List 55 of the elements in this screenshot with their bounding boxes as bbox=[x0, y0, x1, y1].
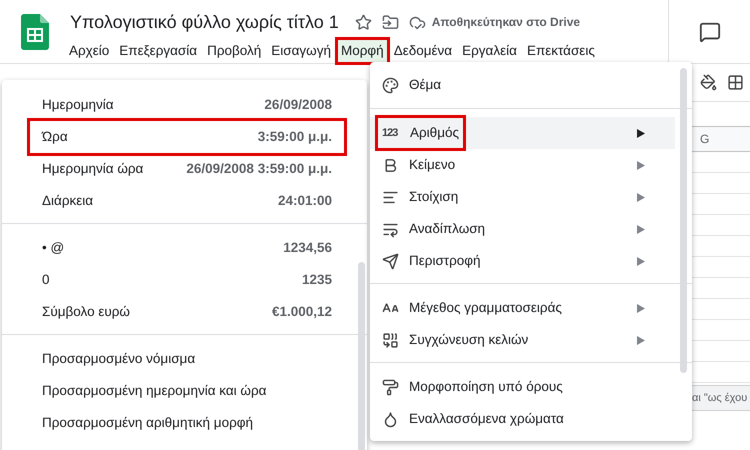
menu-item[interactable]: Επεκτάσεις bbox=[522, 38, 600, 64]
menu-item[interactable]: Δεδομένα bbox=[388, 38, 458, 64]
menu-option-label: Αναδίπλωση bbox=[378, 214, 490, 244]
menu-option[interactable]: Αναδίπλωση bbox=[370, 213, 675, 245]
format-option[interactable]: 0 1235 bbox=[30, 264, 344, 296]
sheets-logo-icon[interactable] bbox=[21, 14, 49, 50]
menu-item[interactable]: Προβολή bbox=[202, 38, 266, 64]
menu-option-label: Εναλλασσόμενα χρώματα bbox=[378, 404, 568, 434]
menu-option-label: Περιστροφή bbox=[378, 246, 485, 276]
column-header[interactable]: G bbox=[700, 130, 710, 148]
menu-item[interactable]: Εισαγωγή bbox=[266, 38, 336, 64]
menu-option[interactable]: Θέμα bbox=[370, 69, 675, 101]
format-option[interactable]: Ημερομηνία 26/09/2008 bbox=[30, 89, 344, 121]
merge-icon bbox=[382, 332, 399, 348]
menu-option-label: 123 Αριθμός bbox=[378, 118, 463, 148]
droplet-icon bbox=[382, 410, 399, 428]
menu-option[interactable]: Εναλλασσόμενα χρώματα bbox=[370, 403, 675, 435]
palette-icon bbox=[382, 76, 399, 94]
format-option[interactable]: Ημερομηνία ώρα 26/09/2008 3:59:00 μ.μ. bbox=[30, 153, 344, 185]
menu-option-label: Κείμενο bbox=[378, 150, 460, 180]
borders-icon[interactable] bbox=[727, 74, 744, 91]
menu-option-label: Μορφοποίηση υπό όρους bbox=[378, 372, 567, 402]
format-option[interactable]: Σύμβολο ευρώ €1.000,12 bbox=[30, 296, 344, 328]
document-title[interactable]: Υπολογιστικό φύλλο χωρίς τίτλο 1 bbox=[70, 8, 339, 36]
menu-option-label: Στοίχιση bbox=[378, 182, 462, 212]
format-option[interactable]: Προσαρμοσμένη ημερομηνία και ώρα bbox=[30, 375, 344, 407]
fill-color-icon[interactable] bbox=[700, 74, 717, 91]
menu-option-label: Συγχώνευση κελιών bbox=[378, 325, 532, 355]
format-option[interactable]: Προσαρμοσμένη αριθμητική μορφή bbox=[30, 407, 344, 439]
star-icon[interactable] bbox=[354, 14, 372, 30]
menu-option-label: Μέγεθος γραμματοσειράς bbox=[378, 293, 566, 323]
menu-item[interactable]: Επεξεργασία bbox=[114, 38, 202, 64]
format-option[interactable]: • @ 1234,56 bbox=[30, 232, 344, 264]
menu-option[interactable]: Κείμενο bbox=[370, 149, 675, 181]
menu-option[interactable]: Μέγεθος γραμματοσειράς bbox=[370, 292, 675, 324]
menu-item[interactable]: Εργαλεία bbox=[457, 38, 522, 64]
scrollbar[interactable] bbox=[680, 68, 687, 373]
menu-option[interactable]: Συγχώνευση κελιών bbox=[370, 324, 675, 356]
menu-item[interactable]: Μορφή bbox=[336, 38, 389, 64]
menu-option[interactable]: Στοίχιση bbox=[370, 181, 675, 213]
format-option[interactable]: Ώρα 3:59:00 μ.μ. bbox=[30, 121, 344, 153]
paint-roller-icon bbox=[382, 378, 399, 396]
cell-text: αι "ως έχου bbox=[692, 390, 748, 406]
folder-icon[interactable] bbox=[382, 14, 399, 30]
menu-option[interactable]: Περιστροφή bbox=[370, 245, 675, 277]
menu-option-label: Θέμα bbox=[378, 70, 446, 100]
menu-item[interactable]: Αρχείο bbox=[64, 38, 114, 64]
number-icon: 123 bbox=[382, 124, 400, 142]
scrollbar[interactable] bbox=[358, 262, 365, 450]
save-status[interactable]: Αποθηκεύτηκαν στο Drive bbox=[432, 13, 580, 31]
menu-option[interactable]: 123 Αριθμός bbox=[370, 117, 675, 149]
format-option[interactable]: Διάρκεια 24:01:00 bbox=[30, 185, 344, 217]
menu-option[interactable]: Μορφοποίηση υπό όρους bbox=[370, 371, 675, 403]
comment-icon[interactable] bbox=[698, 20, 720, 42]
format-option[interactable]: Προσαρμοσμένο νόμισμα bbox=[30, 343, 344, 375]
